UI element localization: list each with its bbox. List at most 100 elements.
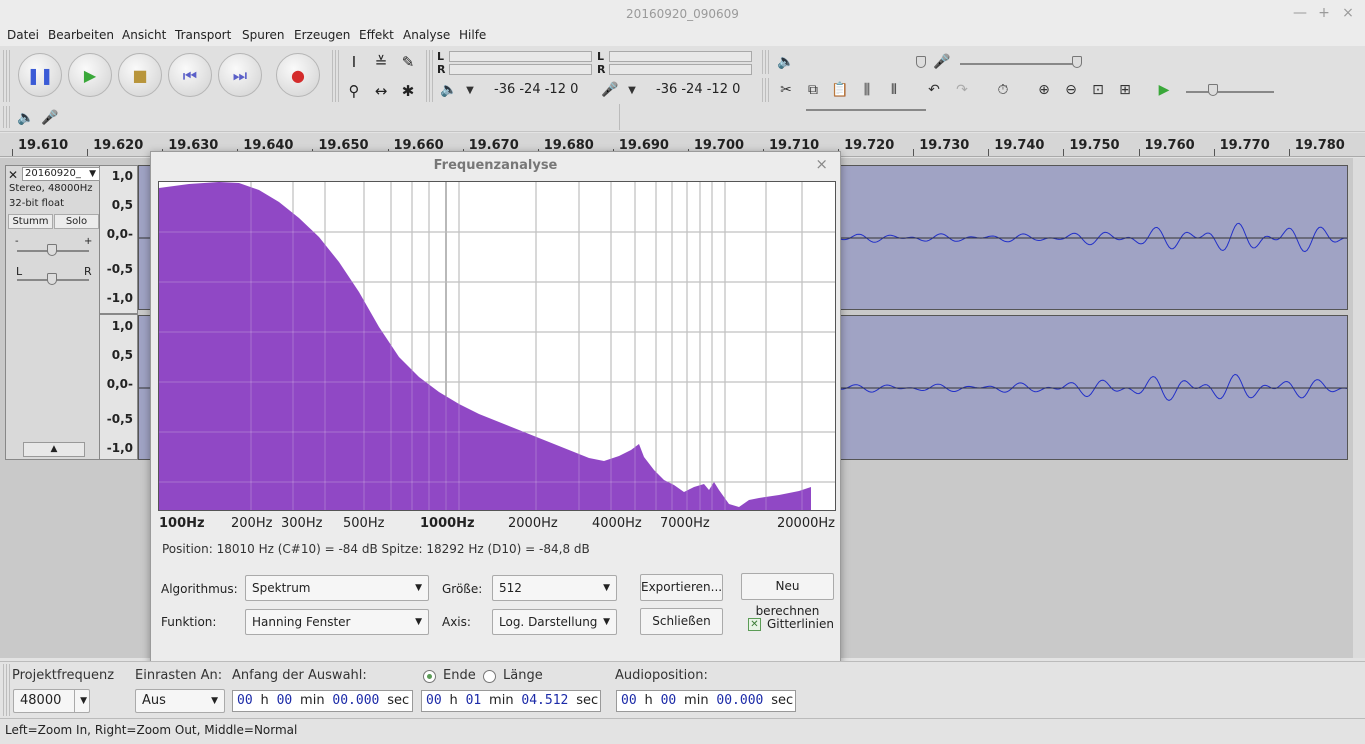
record-button[interactable]: ● xyxy=(276,53,320,97)
pause-button[interactable]: ❚❚ xyxy=(18,53,62,97)
zoom-in-icon[interactable]: ⊕ xyxy=(1032,78,1056,102)
timeshift-tool-icon[interactable]: ↔ xyxy=(369,79,393,103)
maximize-icon[interactable]: + xyxy=(1315,4,1333,22)
skip-end-button[interactable]: ⏭ xyxy=(218,53,262,97)
timeline-mark xyxy=(988,149,990,156)
unit-min: min xyxy=(489,693,514,708)
unit-sec: sec xyxy=(576,693,599,708)
recalculate-button[interactable]: Neu berechnen xyxy=(741,573,834,618)
record-volume-slider[interactable] xyxy=(1072,56,1082,68)
freq-label: 100Hz xyxy=(159,516,205,531)
silence-icon[interactable]: ⫴ xyxy=(882,78,906,102)
end-minutes: 01 xyxy=(465,693,482,708)
copy-icon[interactable]: ⧉ xyxy=(801,78,825,102)
timeline-tick: 19.730 xyxy=(919,138,970,153)
start-minutes: 00 xyxy=(276,693,293,708)
selection-start-time[interactable]: 00 h 00 min 00.000 sec xyxy=(232,690,413,712)
play-button[interactable]: ▶ xyxy=(68,53,112,97)
timeline-tick: 19.750 xyxy=(1069,138,1120,153)
menu-effekt[interactable]: Effekt xyxy=(359,28,394,42)
menu-ansicht[interactable]: Ansicht xyxy=(122,28,166,42)
spectrum-area xyxy=(159,182,811,510)
sync-lock-icon[interactable]: ⏱ xyxy=(991,78,1015,102)
record-meter[interactable]: L R xyxy=(437,50,597,78)
speaker-icon[interactable]: 🔈 xyxy=(14,106,38,130)
envelope-tool-icon[interactable]: ≚ xyxy=(369,50,393,74)
toolbar-grip[interactable] xyxy=(332,50,340,102)
algorithm-select[interactable]: Spektrum ▼ xyxy=(245,575,429,601)
menu-bar: Datei Bearbeiten Ansicht Transport Spure… xyxy=(0,26,1365,46)
play-meter[interactable]: L R xyxy=(597,50,757,78)
playback-volume-slider[interactable] xyxy=(916,56,926,68)
selection-tool-icon[interactable]: I xyxy=(342,50,366,74)
pan-left-label: L xyxy=(16,265,23,278)
dialog-close-icon[interactable]: × xyxy=(815,155,828,173)
play-at-speed-icon[interactable]: ▶ xyxy=(1152,78,1176,102)
mute-button[interactable]: Stumm xyxy=(8,214,53,229)
axis-select[interactable]: Log. Darstellung ▼ xyxy=(492,609,617,635)
microphone-icon[interactable]: 🎤 xyxy=(38,106,62,130)
solo-button[interactable]: Solo xyxy=(54,214,99,229)
project-rate-label: Projektfrequenz xyxy=(12,668,115,683)
menu-analyse[interactable]: Analyse xyxy=(403,28,450,42)
meter-r-label: R xyxy=(597,63,606,76)
audio-position-time[interactable]: 00 h 00 min 00.000 sec xyxy=(616,690,796,712)
size-select[interactable]: 512 ▼ xyxy=(492,575,617,601)
menu-spuren[interactable]: Spuren xyxy=(242,28,285,42)
close-icon[interactable]: × xyxy=(1339,4,1357,22)
toolbar-grip[interactable] xyxy=(762,78,770,102)
length-radio[interactable] xyxy=(483,670,496,683)
toolbar-grip[interactable] xyxy=(762,50,770,74)
toolbar-grip[interactable] xyxy=(3,664,11,716)
toolbar-grip[interactable] xyxy=(426,50,434,102)
draw-tool-icon[interactable]: ✎ xyxy=(396,50,420,74)
fit-project-icon[interactable]: ⊞ xyxy=(1113,78,1137,102)
export-button[interactable]: Exportieren... xyxy=(640,574,723,601)
spectrum-plot[interactable] xyxy=(158,181,836,511)
menu-hilfe[interactable]: Hilfe xyxy=(459,28,486,42)
toolbar-grip[interactable] xyxy=(3,50,11,102)
menu-erzeugen[interactable]: Erzeugen xyxy=(294,28,350,42)
pan-slider[interactable] xyxy=(47,273,57,285)
chevron-down-icon[interactable]: ▼ xyxy=(620,79,644,103)
minimize-icon[interactable]: — xyxy=(1291,4,1309,22)
cut-icon[interactable]: ✂ xyxy=(774,78,798,102)
trim-icon[interactable]: ⫼ xyxy=(855,78,879,102)
redo-icon[interactable]: ↷ xyxy=(950,78,974,102)
vertical-scrollbar[interactable] xyxy=(1353,158,1365,658)
track-name-button[interactable]: 20160920_ ▼ xyxy=(22,167,100,181)
microphone-icon[interactable]: 🎤 xyxy=(598,78,622,102)
stop-button[interactable]: ■ xyxy=(118,53,162,97)
end-radio[interactable] xyxy=(423,670,436,683)
close-button[interactable]: Schließen xyxy=(640,608,723,635)
skip-start-button[interactable]: ⏮ xyxy=(168,53,212,97)
end-seconds: 04.512 xyxy=(521,693,569,708)
menu-bearbeiten[interactable]: Bearbeiten xyxy=(48,28,114,42)
toolbar-grip[interactable] xyxy=(3,106,11,128)
channel-divider xyxy=(100,313,138,315)
multi-tool-icon[interactable]: ✱ xyxy=(396,79,420,103)
gain-minus-label: - xyxy=(15,236,19,247)
close-track-icon[interactable]: ✕ xyxy=(8,168,18,182)
play-meter-bar-l xyxy=(609,51,752,62)
paste-icon[interactable]: 📋 xyxy=(828,78,852,102)
amplitude-ruler[interactable]: 1,0 0,5 0,0- -0,5 -1,0 1,0 0,5 0,0- -0,5 -1,0 xyxy=(100,165,138,460)
collapse-track-button[interactable]: ▲ xyxy=(23,442,85,457)
grid-checkbox[interactable]: ✕ xyxy=(748,618,761,631)
function-select[interactable]: Hanning Fenster ▼ xyxy=(245,609,429,635)
menu-transport[interactable]: Transport xyxy=(175,28,231,42)
audio-hours: 00 xyxy=(621,693,637,708)
record-volume-track xyxy=(960,63,1080,65)
project-rate-select[interactable]: 48000 ▼ xyxy=(13,689,90,713)
fit-selection-icon[interactable]: ⊡ xyxy=(1086,78,1110,102)
zoom-tool-icon[interactable]: ⚲ xyxy=(342,79,366,103)
chevron-down-icon[interactable]: ▼ xyxy=(458,79,482,103)
timeline-mark xyxy=(12,149,13,156)
play-speed-slider[interactable] xyxy=(1208,84,1218,96)
undo-icon[interactable]: ↶ xyxy=(922,78,946,102)
zoom-out-icon[interactable]: ⊖ xyxy=(1059,78,1083,102)
gain-slider[interactable] xyxy=(47,244,57,256)
menu-datei[interactable]: Datei xyxy=(7,28,39,42)
snap-select[interactable]: Aus ▼ xyxy=(135,689,225,713)
selection-end-time[interactable]: 00 h 01 min 04.512 sec xyxy=(421,690,601,712)
